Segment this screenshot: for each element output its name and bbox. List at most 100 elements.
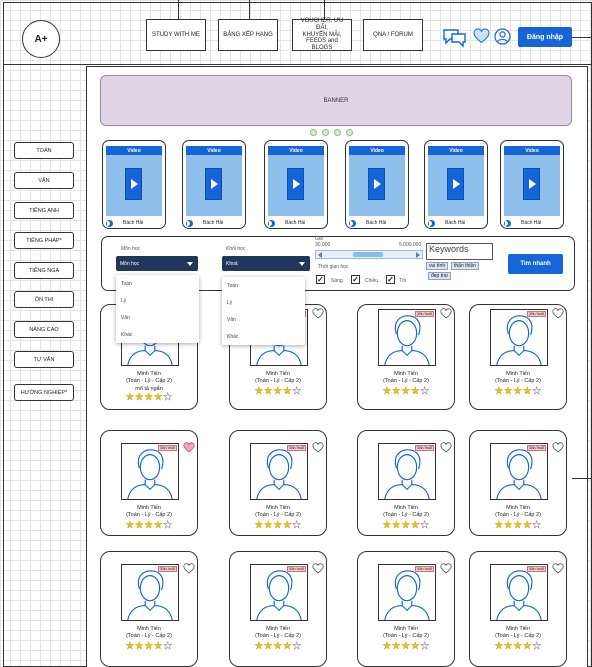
tutor-photo[interactable]: 30k / buổi	[121, 443, 179, 500]
checkbox-evening[interactable]: ✓	[386, 275, 395, 284]
rating-stars: ★★★★★	[101, 641, 197, 652]
tutor-photo[interactable]: 30k / buổi	[250, 443, 308, 500]
tutor-card[interactable]: 30k / buổiMinh Tiến(Toán - Lý - Cấp 2)★★…	[469, 430, 567, 536]
sidebar-item-tieng-phap[interactable]: TIẾNG PHÁP*	[14, 232, 74, 249]
video-thumbnail[interactable]	[186, 155, 242, 216]
dropdown-option[interactable]: Văn	[116, 309, 199, 326]
user-icon[interactable]	[494, 28, 511, 45]
grade-select[interactable]: Khoá	[222, 256, 310, 271]
nav-qna-forum[interactable]: QNA / FORUM	[363, 19, 423, 51]
video-thumbnail[interactable]	[106, 155, 162, 216]
tutor-card[interactable]: 30k / buổiMinh Tiến(Toán - Lý - Cấp 2)★★…	[357, 551, 455, 667]
arrow-right-icon[interactable]	[416, 252, 420, 258]
video-thumbnail[interactable]	[428, 155, 484, 216]
play-icon[interactable]	[125, 168, 142, 200]
sidebar-item-van[interactable]: VĂN	[14, 172, 74, 189]
heart-icon[interactable]	[552, 563, 564, 574]
banner[interactable]: BANNER	[100, 75, 572, 126]
sidebar-item-on-thi[interactable]: ÔN THI	[14, 291, 74, 308]
login-button[interactable]: Đăng nhập	[518, 27, 572, 47]
rating-stars: ★★★★★	[230, 386, 326, 397]
dropdown-option[interactable]: Lý	[222, 294, 305, 311]
carousel-dot[interactable]	[322, 129, 329, 136]
video-card[interactable]: Video Bách Hải	[424, 140, 488, 229]
dropdown-option[interactable]: Văn	[222, 311, 305, 328]
dropdown-option[interactable]: Khác	[116, 326, 199, 343]
tutor-card[interactable]: 30k / buổiMinh Tiến(Toán - Lý - Cấp 2)★★…	[100, 551, 198, 667]
star-icon: ★	[503, 520, 514, 531]
heart-icon[interactable]	[312, 563, 324, 574]
quick-search-button[interactable]: Tìm nhanh	[508, 254, 563, 274]
tutor-card[interactable]: 30k / buổiMinh Tiến(Toán - Lý - Cấp 2)★★…	[100, 430, 198, 536]
tutor-card[interactable]: 30k / buổiMinh Tiến(Toán - Lý - Cấp 2)★★…	[229, 430, 327, 536]
price-slider-range[interactable]	[353, 252, 383, 257]
play-icon[interactable]	[447, 168, 464, 200]
arrow-left-icon[interactable]	[318, 252, 322, 258]
nav-voucher-feeds[interactable]: VOUCHER, ƯU ĐÃI, KHUYẾN MÃI, FEEDS and B…	[292, 18, 352, 51]
tutor-photo[interactable]: 30k / buổi	[378, 309, 436, 366]
keywords-input[interactable]: Keywords	[426, 243, 493, 260]
star-icon: ★	[144, 392, 154, 403]
tutor-card[interactable]: 30k / buổiMinh Tiến(Toán - Lý - Cấp 2)★★…	[229, 551, 327, 667]
sidebar-item-tieng-anh[interactable]: TIẾNG ANH	[14, 202, 74, 219]
dropdown-option[interactable]: Toán	[222, 277, 305, 294]
tutor-photo[interactable]: 30k / buổi	[378, 564, 436, 621]
heart-icon[interactable]	[312, 308, 324, 319]
heart-icon[interactable]	[552, 308, 564, 319]
carousel-dot[interactable]	[310, 129, 317, 136]
video-card[interactable]: Video Bách Hải	[345, 140, 409, 229]
tutor-photo[interactable]: 30k / buổi	[490, 443, 548, 500]
play-icon[interactable]	[368, 168, 385, 200]
play-icon[interactable]	[523, 168, 540, 200]
carousel-dot[interactable]	[346, 129, 353, 136]
play-icon[interactable]	[205, 168, 222, 200]
tutor-photo[interactable]: 30k / buổi	[490, 564, 548, 621]
sidebar-item-tieng-nga[interactable]: TIẾNG NGA	[14, 262, 74, 279]
sidebar-item-toan[interactable]: TOÁN	[14, 142, 74, 159]
tutor-photo[interactable]: 30k / buổi	[490, 309, 548, 366]
carousel-dot[interactable]	[334, 129, 341, 136]
video-card[interactable]: Video Bách Hải	[500, 140, 564, 229]
video-card[interactable]: Video Bách Hải	[182, 140, 246, 229]
tutor-photo[interactable]: 30k / buổi	[378, 443, 436, 500]
price-slider[interactable]	[315, 250, 423, 259]
keyword-tag[interactable]: vui tính	[426, 262, 449, 270]
tutor-card[interactable]: 30k / buổiMinh Tiến(Toán - Lý - Cấp 2)★★…	[469, 551, 567, 667]
tutor-subjects: (Toán - Lý - Cấp 2)	[126, 633, 172, 639]
tutor-card[interactable]: 30k / buổiMinh Tiến(Toán - Lý - Cấp 2)★★…	[357, 304, 455, 410]
heart-icon[interactable]	[440, 308, 452, 319]
dropdown-option[interactable]: Lý	[116, 292, 199, 309]
checkbox-morning[interactable]: ✓	[316, 275, 325, 284]
video-card[interactable]: Video Bách Hải	[264, 140, 328, 229]
heart-icon[interactable]	[440, 563, 452, 574]
heart-icon[interactable]	[552, 442, 564, 453]
sidebar-item-huong-nghiep[interactable]: HƯỚNG NGHIỆP*	[14, 384, 74, 401]
chat-icon[interactable]	[442, 28, 468, 48]
dropdown-option[interactable]: Toán	[116, 275, 199, 292]
tutor-photo[interactable]: 30k / buổi	[250, 564, 308, 621]
dropdown-option[interactable]: Khác	[222, 328, 305, 345]
heart-icon[interactable]	[473, 28, 490, 44]
play-icon[interactable]	[287, 168, 304, 200]
video-thumbnail[interactable]	[268, 155, 324, 216]
sidebar-item-nang-cao[interactable]: NÂNG CAO	[14, 321, 74, 338]
keyword-tag[interactable]: thân thiện	[451, 262, 479, 270]
tutor-photo[interactable]: 30k / buổi	[121, 564, 179, 621]
nav-leaderboard[interactable]: BẢNG XẾP HẠNG	[218, 19, 278, 51]
sidebar-item-tu-van[interactable]: TƯ VẤN	[14, 351, 74, 368]
logo[interactable]: A+	[22, 20, 60, 58]
heart-icon[interactable]	[440, 442, 452, 453]
tutor-card[interactable]: 30k / buổiMinh Tiến(Toán - Lý - Cấp 2)★★…	[357, 430, 455, 536]
video-thumbnail[interactable]	[349, 155, 405, 216]
keyword-tag[interactable]: đẹp trai	[428, 272, 451, 280]
checkbox-afternoon[interactable]: ✓	[351, 275, 360, 284]
heart-icon[interactable]	[312, 442, 324, 453]
heart-icon[interactable]	[183, 563, 195, 574]
star-icon: ★	[134, 520, 145, 531]
tutor-card[interactable]: 30k / buổiMinh Tiến(Toán - Lý - Cấp 2)★★…	[469, 304, 567, 410]
video-thumbnail[interactable]	[504, 155, 560, 216]
video-card[interactable]: Video Bách Hải	[102, 140, 166, 229]
nav-study-with-me[interactable]: STUDY WITH ME	[146, 19, 206, 51]
subject-select[interactable]: Môn học	[116, 256, 198, 271]
heart-icon[interactable]	[183, 442, 195, 453]
